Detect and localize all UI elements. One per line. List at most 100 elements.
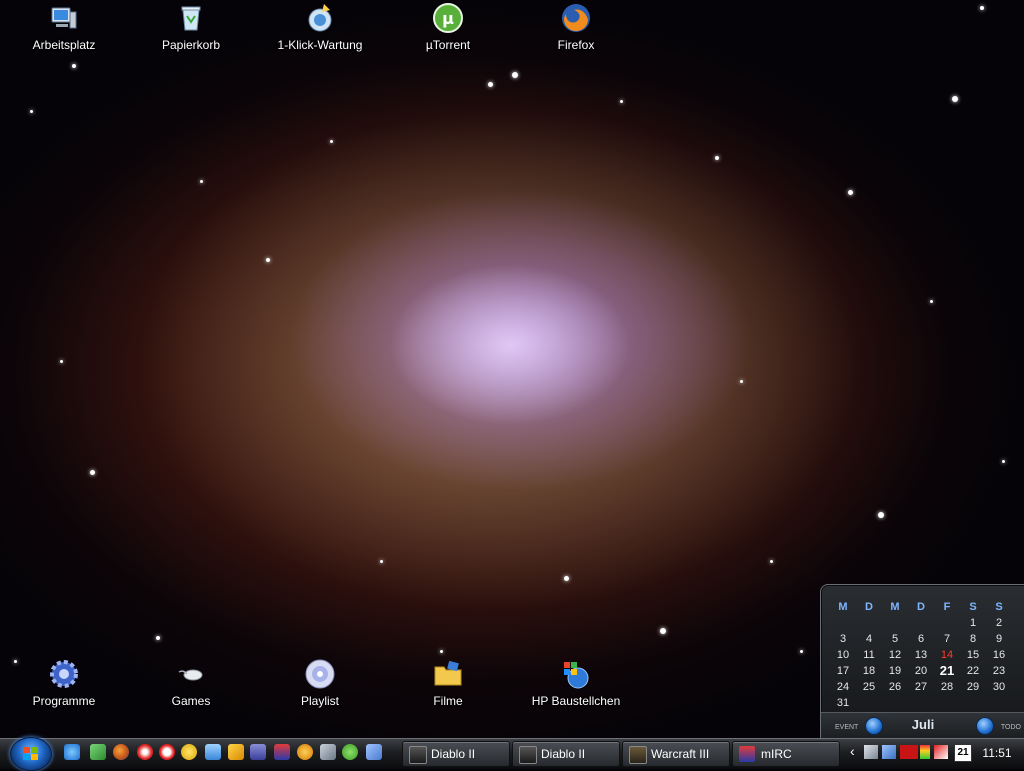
star <box>1002 460 1005 463</box>
calendar-day[interactable]: 8 <box>961 631 985 647</box>
calendar-day[interactable] <box>831 615 855 631</box>
todo-button[interactable] <box>976 717 994 735</box>
desktop-icon-games[interactable]: Games <box>136 658 246 708</box>
calendar-day[interactable] <box>909 615 933 631</box>
network-icon[interactable] <box>864 745 878 759</box>
mirc-icon[interactable] <box>274 744 290 760</box>
calendar-week-row: 3 4 5 6 7 8 9 <box>831 631 1019 647</box>
calendar-day[interactable]: 12 <box>883 647 907 663</box>
calendar-day[interactable]: 5 <box>883 631 907 647</box>
calendar-day[interactable]: 4 <box>857 631 881 647</box>
calendar-day[interactable] <box>961 695 985 711</box>
star <box>878 512 884 518</box>
calendar-day[interactable]: 26 <box>883 679 907 695</box>
utorrent-icon[interactable] <box>342 744 358 760</box>
desktop-icon-programme[interactable]: Programme <box>9 658 119 708</box>
antivir-icon[interactable] <box>137 744 153 760</box>
calendar-day[interactable]: 27 <box>909 679 933 695</box>
calendar-day[interactable]: 29 <box>961 679 985 695</box>
network-icon[interactable] <box>320 744 336 760</box>
calendar-day[interactable]: 18 <box>857 663 881 679</box>
calendar-day[interactable]: 2 <box>987 615 1011 631</box>
taskbar-button-warcraft-iii[interactable]: Warcraft III <box>622 741 730 767</box>
calendar-day[interactable] <box>935 615 959 631</box>
diablo-icon <box>409 746 427 764</box>
calendar-day[interactable]: 15 <box>961 647 985 663</box>
calendar-day[interactable]: 25 <box>857 679 881 695</box>
star <box>564 576 569 581</box>
calendar-day[interactable]: 24 <box>831 679 855 695</box>
maintenance-icon <box>304 2 336 34</box>
star <box>200 180 203 183</box>
calendar-day[interactable]: 10 <box>831 647 855 663</box>
warcraft-icon <box>629 746 647 764</box>
notepad-icon[interactable] <box>205 744 221 760</box>
norton-icon[interactable] <box>181 744 197 760</box>
ie-icon[interactable] <box>64 744 80 760</box>
ati-icon[interactable] <box>900 745 918 759</box>
calendar-day[interactable] <box>857 695 881 711</box>
arrow-icon[interactable] <box>90 744 106 760</box>
desktop-icon-playlist[interactable]: Playlist <box>265 658 375 708</box>
star <box>715 156 719 160</box>
calendar-day[interactable]: 23 <box>987 663 1011 679</box>
desktop-icon-label: 1-Klick-Wartung <box>277 38 363 52</box>
calendar-day[interactable]: 9 <box>987 631 1011 647</box>
smiley-icon[interactable] <box>297 744 313 760</box>
taskbar-button-diablo-ii-2[interactable]: Diablo II <box>512 741 620 767</box>
calendar-day[interactable]: 7 <box>935 631 959 647</box>
recycle-bin-icon <box>175 2 207 34</box>
calendar-tray-icon[interactable]: 21 <box>954 744 972 762</box>
calendar-day[interactable]: 11 <box>857 647 881 663</box>
desktop-icon-label: Playlist <box>300 694 339 708</box>
kaspersky-icon[interactable] <box>934 745 948 759</box>
calendar-day[interactable]: 20 <box>909 663 933 679</box>
opera-icon[interactable] <box>159 744 175 760</box>
tool-icon[interactable] <box>882 745 896 759</box>
calendar-day-highlighted[interactable]: 14 <box>935 647 959 663</box>
firefox-icon[interactable] <box>113 744 129 760</box>
desktop-icon-1-klick-wartung[interactable]: 1-Klick-Wartung <box>265 2 375 52</box>
calendar-day[interactable]: 6 <box>909 631 933 647</box>
calendar-day-today[interactable]: 21 <box>935 663 959 679</box>
star <box>266 258 270 262</box>
tool-icon[interactable] <box>366 744 382 760</box>
taskbar-button-mirc[interactable]: mIRC <box>732 741 840 767</box>
calendar-day[interactable] <box>857 615 881 631</box>
desktop-icon-utorrent[interactable]: µ µTorrent <box>393 2 503 52</box>
taskbar-button-diablo-ii-1[interactable]: Diablo II <box>402 741 510 767</box>
winamp-icon[interactable] <box>228 744 244 760</box>
calendar-week-row: 10 11 12 13 14 15 16 <box>831 647 1019 663</box>
desktop-icon-arbeitsplatz[interactable]: Arbeitsplatz <box>9 2 119 52</box>
star <box>380 560 383 563</box>
calendar-day[interactable]: 13 <box>909 647 933 663</box>
meter-icon[interactable] <box>920 745 930 759</box>
desktop-icon-label: µTorrent <box>425 38 471 52</box>
calendar-day[interactable] <box>935 695 959 711</box>
desktop-icon-papierkorb[interactable]: Papierkorb <box>136 2 246 52</box>
calendar-day[interactable] <box>883 695 907 711</box>
calendar-day[interactable]: 28 <box>935 679 959 695</box>
start-button[interactable] <box>10 737 52 771</box>
tray-expand-arrow[interactable]: ‹ <box>850 743 855 759</box>
calendar-day[interactable]: 30 <box>987 679 1011 695</box>
calendar-day[interactable] <box>909 695 933 711</box>
mouse-icon <box>175 658 207 690</box>
headphones-icon[interactable] <box>250 744 266 760</box>
calendar-day[interactable]: 31 <box>831 695 855 711</box>
desktop-icon-firefox[interactable]: Firefox <box>521 2 631 52</box>
calendar-day[interactable]: 3 <box>831 631 855 647</box>
calendar-day[interactable]: 19 <box>883 663 907 679</box>
calendar-weekday-row: M D M D F S S <box>831 599 1019 615</box>
taskbar-clock[interactable]: 11:51 <box>976 738 1018 768</box>
calendar-day[interactable]: 16 <box>987 647 1011 663</box>
calendar-day[interactable]: 1 <box>961 615 985 631</box>
desktop-icon-hp-baustellchen[interactable]: HP Baustellchen <box>521 658 631 708</box>
calendar-day[interactable] <box>987 695 1011 711</box>
calendar-day[interactable]: 22 <box>961 663 985 679</box>
star <box>90 470 95 475</box>
calendar-day[interactable] <box>883 615 907 631</box>
desktop-icon-filme[interactable]: Filme <box>393 658 503 708</box>
calendar-gadget[interactable]: M D M D F S S 1 2 3 4 5 6 7 8 9 10 11 12… <box>820 584 1024 740</box>
calendar-day[interactable]: 17 <box>831 663 855 679</box>
